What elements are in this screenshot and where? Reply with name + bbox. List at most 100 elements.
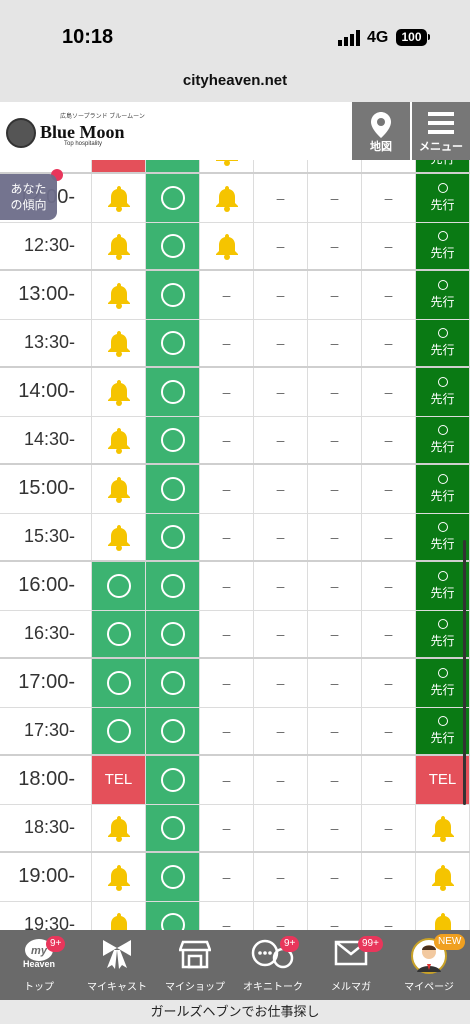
available-cell[interactable]: [146, 804, 200, 851]
unavailable-cell: –: [254, 271, 308, 319]
advance-booking-cell[interactable]: 先行: [416, 513, 470, 560]
bell-icon[interactable]: [92, 174, 146, 222]
job-search-banner[interactable]: ガールズヘブンでお仕事探し: [0, 1000, 470, 1024]
bell-icon[interactable]: [92, 513, 146, 560]
bell-icon[interactable]: [92, 465, 146, 513]
time-slot-label: 16:30-: [0, 610, 92, 657]
menu-label: メニュー: [419, 141, 463, 153]
available-cell[interactable]: [146, 271, 200, 319]
unavailable-cell: –: [362, 222, 416, 269]
available-cell[interactable]: [146, 853, 200, 901]
advance-booking-cell[interactable]: 先行: [416, 368, 470, 416]
available-cell[interactable]: [146, 416, 200, 463]
advance-booking-cell[interactable]: 先行: [416, 562, 470, 610]
available-cell[interactable]: [92, 659, 146, 707]
available-cell[interactable]: [146, 319, 200, 366]
available-cell[interactable]: [146, 160, 200, 172]
advance-booking-cell[interactable]: 先行: [416, 416, 470, 463]
advance-booking-cell[interactable]: 先行: [416, 465, 470, 513]
nav-label: マイキャスト: [87, 982, 147, 993]
unavailable-cell: –: [362, 901, 416, 930]
available-cell[interactable]: [146, 610, 200, 657]
advance-booking-cell[interactable]: 先行: [416, 160, 470, 172]
available-cell[interactable]: [92, 562, 146, 610]
advance-booking-cell[interactable]: 先行: [416, 707, 470, 754]
available-cell[interactable]: [146, 174, 200, 222]
tendency-button[interactable]: あなた の傾向: [0, 174, 57, 220]
empty-cell: [362, 160, 416, 172]
bell-icon[interactable]: [92, 368, 146, 416]
schedule-row: 12:00-–––先行: [0, 174, 470, 223]
nav-item-0[interactable]: my Heaven トップ 9+: [0, 930, 78, 1000]
available-cell[interactable]: [146, 901, 200, 930]
bell-icon[interactable]: [92, 901, 146, 930]
tendency-line2: の傾向: [10, 198, 47, 212]
nav-badge: 99+: [358, 936, 383, 952]
tel-cell[interactable]: TEL: [92, 756, 146, 804]
available-cell[interactable]: [146, 465, 200, 513]
available-cell[interactable]: [146, 562, 200, 610]
bell-icon[interactable]: [200, 174, 254, 222]
tel-cell[interactable]: TEL: [416, 756, 470, 804]
bell-icon[interactable]: [200, 160, 254, 172]
bell-icon[interactable]: [416, 804, 470, 851]
map-label: 地図: [370, 141, 392, 153]
map-pin-icon: [371, 112, 391, 138]
bell-icon[interactable]: [92, 271, 146, 319]
time-slot-label: 17:00-: [0, 659, 92, 707]
bell-icon[interactable]: [92, 222, 146, 269]
time-slot-label: 15:00-: [0, 465, 92, 513]
crest-logo-icon[interactable]: [6, 118, 36, 148]
advance-booking-cell[interactable]: 先行: [416, 174, 470, 222]
unavailable-cell: –: [308, 901, 362, 930]
unavailable-cell: –: [200, 319, 254, 366]
unavailable-cell: –: [254, 319, 308, 366]
bell-icon[interactable]: [416, 901, 470, 930]
available-cell[interactable]: [92, 610, 146, 657]
time-slot-label: 14:00-: [0, 368, 92, 416]
nav-item-5[interactable]: マイページ NEW: [390, 930, 468, 1000]
bell-icon[interactable]: [92, 853, 146, 901]
logo-caption: 広島ソープランド ブルームーン: [60, 114, 145, 120]
nav-label: オキニトーク: [243, 982, 303, 993]
advance-booking-cell[interactable]: 先行: [416, 222, 470, 269]
available-cell[interactable]: [146, 222, 200, 269]
scrollbar[interactable]: [463, 540, 466, 805]
unavailable-cell: –: [308, 416, 362, 463]
nav-item-2[interactable]: マイショップ: [156, 930, 234, 1000]
schedule-row: 16:00- – – – – 先行: [0, 562, 470, 611]
hamburger-icon: [428, 112, 454, 134]
available-cell[interactable]: [146, 659, 200, 707]
unavailable-cell: –: [254, 416, 308, 463]
unavailable-cell: –: [308, 222, 362, 269]
tel-cell[interactable]: [92, 160, 146, 172]
unavailable-cell: –: [308, 659, 362, 707]
nav-item-1[interactable]: マイキャスト: [78, 930, 156, 1000]
available-cell[interactable]: [146, 707, 200, 754]
unavailable-cell: –: [362, 319, 416, 366]
map-button[interactable]: 地図: [352, 102, 410, 160]
unavailable-cell: –: [254, 901, 308, 930]
available-cell[interactable]: [146, 756, 200, 804]
bell-icon[interactable]: [92, 416, 146, 463]
advance-booking-cell[interactable]: 先行: [416, 659, 470, 707]
advance-booking-cell[interactable]: 先行: [416, 610, 470, 657]
bell-icon[interactable]: [200, 222, 254, 269]
logo-text[interactable]: Blue Moon: [40, 122, 125, 143]
available-cell[interactable]: [92, 707, 146, 754]
nav-item-4[interactable]: メルマガ 99+: [312, 930, 390, 1000]
advance-booking-cell[interactable]: 先行: [416, 319, 470, 366]
unavailable-cell: –: [200, 901, 254, 930]
url-text[interactable]: cityheaven.net: [0, 72, 470, 89]
unavailable-cell: –: [308, 319, 362, 366]
nav-item-3[interactable]: オキニトーク 9+: [234, 930, 312, 1000]
bell-icon[interactable]: [92, 804, 146, 851]
address-bar[interactable]: cityheaven.net: [0, 64, 470, 102]
available-cell[interactable]: [146, 513, 200, 560]
advance-booking-cell[interactable]: 先行: [416, 271, 470, 319]
menu-button[interactable]: メニュー: [412, 102, 470, 160]
bell-icon[interactable]: [416, 853, 470, 901]
bell-icon[interactable]: [92, 319, 146, 366]
unavailable-cell: –: [362, 853, 416, 901]
available-cell[interactable]: [146, 368, 200, 416]
